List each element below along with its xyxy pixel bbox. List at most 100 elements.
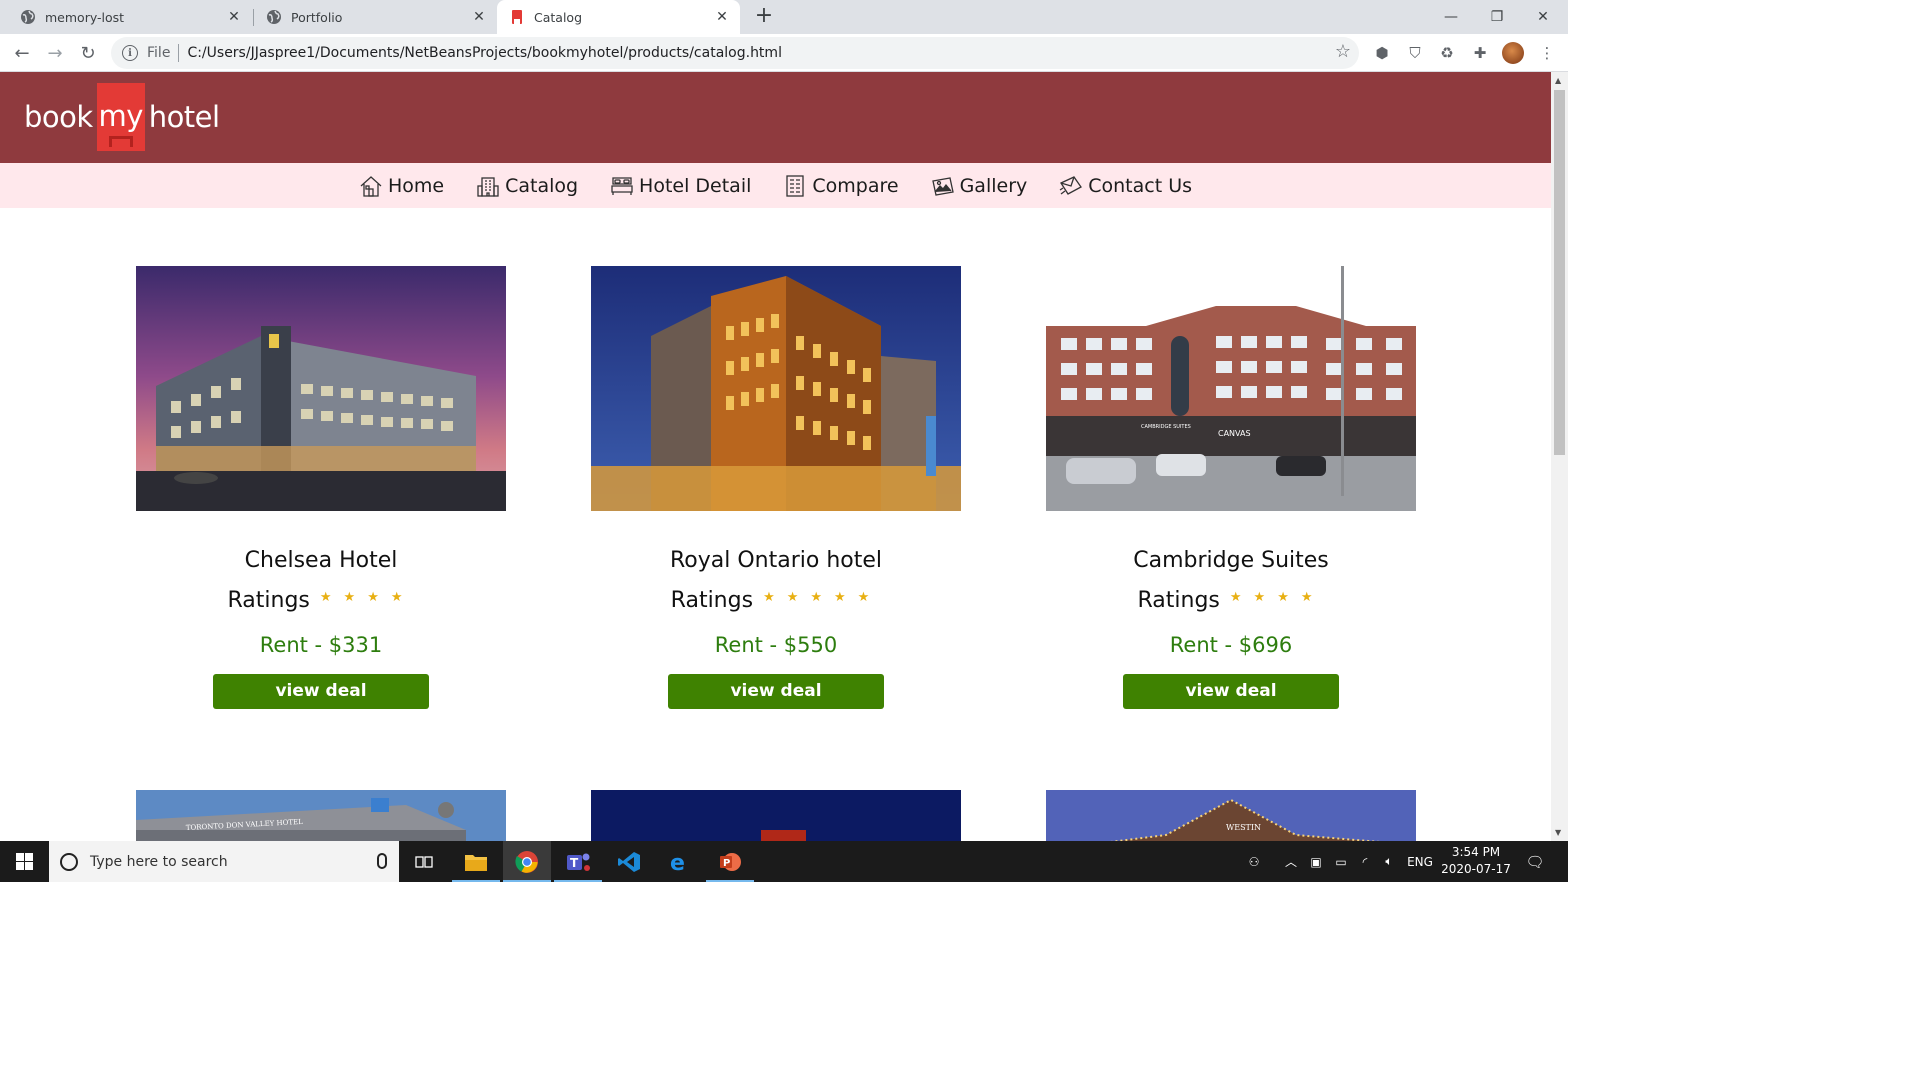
reload-button[interactable]: ↻ [74,39,102,67]
star-rating: ★★★★ [319,590,415,605]
scroll-down-arrow-icon[interactable]: ▼ [1555,828,1561,837]
scroll-up-arrow-icon[interactable]: ▲ [1555,76,1561,85]
taskbar-search-box[interactable]: Type here to search [49,841,399,882]
nav-gallery[interactable]: Gallery [931,174,1028,198]
show-hidden-icons-chevron-icon[interactable]: ︿ [1282,841,1300,882]
wifi-icon[interactable]: ◜ [1354,841,1376,882]
system-clock[interactable]: 3:54 PM 2020-07-17 [1440,844,1512,878]
teams-icon: T [567,853,590,871]
site-logo[interactable]: book my hotel [24,82,220,152]
ratings-label: Ratings [670,588,754,613]
action-center-icon[interactable]: 🗨︎ [1520,841,1550,882]
windows-start-button[interactable] [0,841,48,882]
house-icon [360,175,382,197]
cube-extension-icon[interactable]: ⬢ [1371,42,1393,64]
tab-memory-lost[interactable]: memory-lost ✕ [0,0,252,34]
nav-home[interactable]: Home [359,174,444,198]
file-explorer-button[interactable] [452,841,500,882]
chrome-button[interactable] [503,841,551,882]
hotel-name: Royal Ontario hotel [669,548,883,573]
hotel-name: Cambridge Suites [1133,548,1329,573]
nav-hotel-detail-label: Hotel Detail [639,174,752,197]
nav-compare-label: Compare [812,174,899,197]
view-deal-button[interactable]: view deal [668,674,884,709]
nav-hotel-detail[interactable]: Hotel Detail [610,174,751,198]
edge-icon: e [670,851,685,874]
svg-text:e: e [670,851,685,874]
tab-catalog[interactable]: Catalog ✕ [497,0,740,34]
nav-home-label: Home [387,174,445,197]
close-window-button[interactable]: ✕ [1520,0,1566,34]
hotel-name: Chelsea Hotel [244,548,398,573]
powerpoint-button[interactable]: P [706,841,754,882]
nav-catalog-label: Catalog [505,174,579,197]
hotel-card [591,790,961,841]
tab-title: Catalog [534,9,583,25]
view-deal-button[interactable]: view deal [213,674,429,709]
profile-avatar[interactable] [1502,42,1524,64]
web-page: book my hotel Home Catalog Hotel Detail … [0,72,1551,841]
chrome-icon [515,850,538,873]
close-tab-icon[interactable]: ✕ [226,9,242,25]
photo-sign-text: WESTIN [1226,823,1261,832]
minimize-button[interactable]: — [1428,0,1474,34]
ratings-label: Ratings [227,588,310,613]
envelope-icon [1059,175,1083,195]
bookmark-star-icon[interactable]: ☆ [1335,41,1351,62]
hotel-card: TORONTO DON VALLEY HOTEL [136,790,506,841]
view-deal-button[interactable]: view deal [1123,674,1339,709]
cortana-icon [60,852,78,871]
url-text: C:/Users/JJaspree1/Documents/NetBeansPro… [187,45,782,61]
hotel-photo-cambridge-suites[interactable]: CAMBRIDGE SUITES CANVAS [1046,266,1416,511]
new-tab-button[interactable]: + [752,5,776,29]
language-indicator[interactable]: ENG [1402,841,1438,882]
recycle-extension-icon[interactable]: ♻ [1436,42,1458,64]
info-icon[interactable]: i [122,45,138,61]
hotel-photo-chelsea[interactable] [136,266,506,511]
hotel-rent: Rent - $550 [714,633,838,657]
volume-icon[interactable]: 🔈︎ [1378,841,1400,882]
shield-extension-icon[interactable]: ⛉ [1404,42,1426,64]
globe-icon [267,10,281,24]
hotel-photo-toronto-don-valley[interactable]: TORONTO DON VALLEY HOTEL [136,790,506,841]
battery-icon[interactable]: ▭ [1330,841,1352,882]
close-tab-icon[interactable]: ✕ [714,9,730,25]
task-view-button[interactable] [400,841,448,882]
edge-button[interactable]: e [655,841,703,882]
tab-title: Portfolio [291,9,343,25]
teams-button[interactable]: T [554,841,602,882]
clock-date: 2020-07-17 [1441,862,1511,876]
nav-gallery-label: Gallery [959,174,1028,197]
hotel-photo-royal-ontario[interactable] [591,266,961,511]
star-rating: ★★★★★ [763,590,882,605]
hotel-rent: Rent - $696 [1169,633,1293,657]
back-button[interactable]: ← [8,39,36,67]
microphone-icon[interactable] [377,853,387,869]
hotel-ratings: Ratings ★★★★ [1046,588,1416,613]
forward-button[interactable]: → [41,39,69,67]
puzzle-extensions-icon[interactable]: ✚ [1469,42,1491,64]
hotel-photo-westin[interactable]: WESTIN [1046,790,1416,841]
close-tab-icon[interactable]: ✕ [471,9,487,25]
people-icon[interactable]: ⚇ [1243,841,1265,882]
scrollbar-thumb[interactable] [1554,90,1565,455]
svg-text:T: T [570,856,579,870]
ratings-label: Ratings [1137,588,1220,613]
address-bar[interactable]: i File C:/Users/JJaspree1/Documents/NetB… [111,37,1359,69]
kebab-menu-icon[interactable]: ⋮ [1536,42,1558,64]
vscode-icon [618,851,640,872]
page-scrollbar[interactable]: ▲ ▼ [1551,72,1568,841]
tab-portfolio[interactable]: Portfolio ✕ [254,0,497,34]
site-header: book my hotel [0,72,1551,163]
nav-contact-us[interactable]: Contact Us [1059,174,1192,198]
hotel-favicon-icon [512,10,522,24]
hotel-ratings: Ratings ★★★★★ [591,588,961,613]
hotel-photo[interactable] [591,790,961,841]
nav-compare[interactable]: Compare [783,174,899,198]
vscode-button[interactable] [605,841,653,882]
defender-icon[interactable]: ▣ [1305,841,1327,882]
globe-icon [21,10,35,24]
nav-catalog[interactable]: Catalog [476,174,578,198]
restore-button[interactable]: ❐ [1474,0,1520,34]
svg-text:P: P [723,858,730,869]
